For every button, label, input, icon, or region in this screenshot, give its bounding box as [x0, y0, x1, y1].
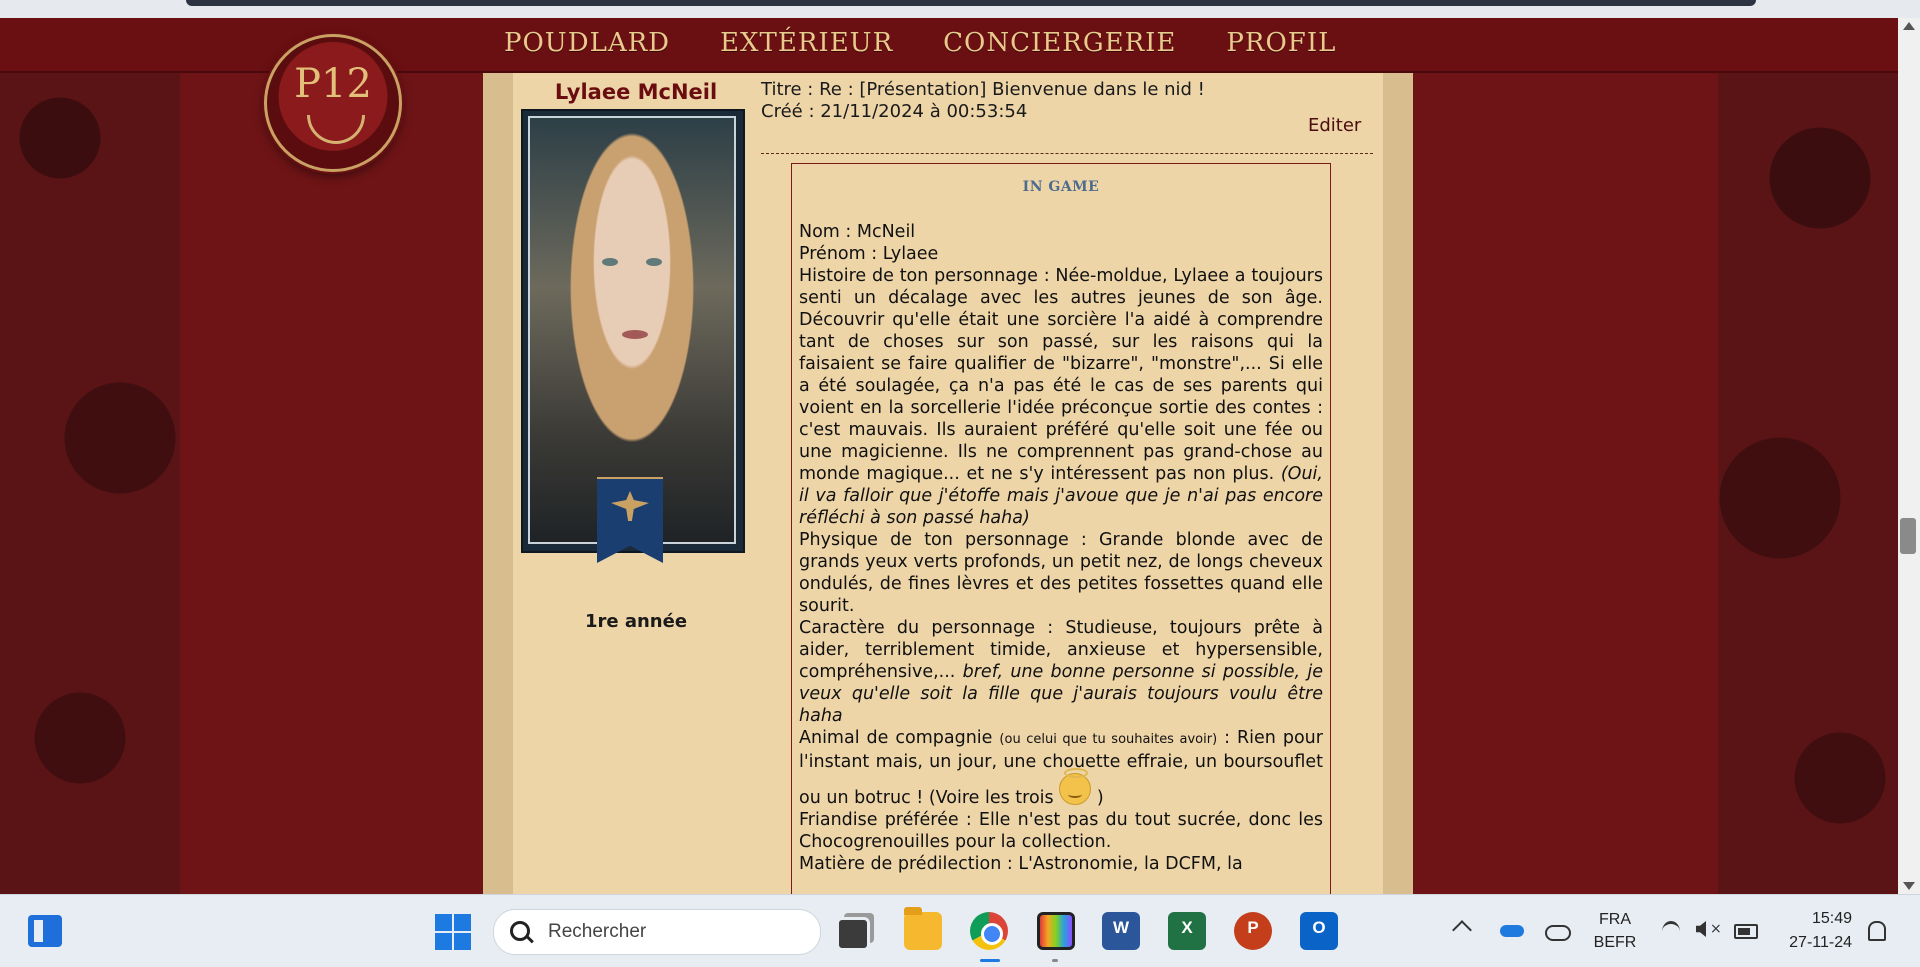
rp-body: Nom : McNeil Prénom : Lylaee Histoire de…: [792, 195, 1330, 875]
rp-animal-label: Animal de compagnie: [799, 728, 993, 748]
windows-taskbar: Rechercher W X P O FRA BEFR × 15:49 27-1…: [0, 894, 1920, 967]
rp-animal-aside: (ou celui que tu souhaites avoir): [999, 732, 1218, 747]
word-icon[interactable]: W: [1102, 912, 1140, 950]
avatar-eye-left: [602, 258, 618, 266]
wifi-icon[interactable]: [1662, 921, 1680, 942]
browser-top-strip: [0, 0, 1920, 18]
taskbar-search[interactable]: Rechercher: [493, 909, 821, 955]
chevron-up-icon[interactable]: [1452, 920, 1472, 940]
angel-smile-emoji-icon: [1059, 768, 1092, 805]
rp-animal-close: ): [1096, 788, 1104, 808]
rp-heading: IN GAME: [1022, 179, 1100, 195]
clock-time: 15:49: [1811, 910, 1852, 927]
page-scrollbar[interactable]: [1898, 18, 1920, 894]
powerpoint-icon[interactable]: P: [1234, 912, 1272, 950]
forum-page: POUDLARD EXTÉRIEUR CONCIERGERIE PROFIL L…: [0, 18, 1898, 894]
mute-x-icon: ×: [1710, 921, 1722, 937]
rp-histoire: Histoire de ton personnage : Née-moldue,…: [799, 265, 1323, 529]
eagle-icon: [611, 491, 649, 521]
chrome-active-indicator: [980, 959, 1000, 962]
rp-sheet: IN GAME Nom : McNeil Prénom : Lylaee His…: [791, 163, 1331, 894]
dragon-icon: [307, 115, 365, 144]
rp-friandise: Friandise préférée : Elle n'est pas du t…: [799, 810, 1323, 852]
author-rank: 1re année: [584, 611, 688, 632]
nav-menu: POUDLARD EXTÉRIEUR CONCIERGERIE PROFIL: [504, 28, 1336, 58]
edit-button[interactable]: Editer: [1308, 115, 1361, 136]
excel-letter: X: [1181, 918, 1193, 937]
ppt-letter: P: [1247, 918, 1259, 937]
onedrive-icon[interactable]: [1500, 925, 1524, 937]
start-button[interactable]: [435, 914, 471, 950]
scroll-up-arrow-icon[interactable]: [1903, 22, 1915, 30]
notification-bell-icon[interactable]: [1868, 921, 1886, 941]
cloud-icon[interactable]: [1545, 925, 1571, 941]
nav-item-conciergerie[interactable]: CONCIERGERIE: [943, 28, 1176, 58]
site-logo[interactable]: P12: [264, 34, 402, 172]
rp-histoire-text: Histoire de ton personnage : Née-moldue,…: [799, 266, 1323, 484]
language-code: FRA: [1599, 911, 1631, 928]
avatar-eye-right: [646, 258, 662, 266]
forum-post: Lylaee McNeil 1re année Titre : Re : [Pr…: [513, 73, 1383, 894]
rp-physique: Physique de ton personnage : Grande blon…: [799, 530, 1323, 616]
file-explorer-icon[interactable]: [904, 907, 942, 950]
right-decor-band: [1413, 18, 1718, 894]
logo-text: P12: [294, 61, 372, 107]
word-letter: W: [1112, 918, 1130, 937]
search-placeholder: Rechercher: [548, 921, 647, 942]
chrome-icon[interactable]: [970, 912, 1008, 950]
photos-icon[interactable]: [1037, 912, 1075, 950]
content-column: Lylaee McNeil 1re année Titre : Re : [Pr…: [483, 73, 1413, 894]
nav-item-exterieur[interactable]: EXTÉRIEUR: [720, 28, 893, 58]
scroll-thumb[interactable]: [1900, 518, 1916, 554]
nav-item-profil[interactable]: PROFIL: [1226, 28, 1336, 58]
search-icon: [510, 921, 530, 941]
keyboard-layout: BEFR: [1593, 934, 1637, 951]
avatar-lips: [622, 330, 648, 339]
language-indicator[interactable]: FRA BEFR: [1590, 908, 1640, 954]
clock-date: 27-11-24: [1789, 934, 1852, 951]
post-title: Titre : Re : [Présentation] Bienvenue da…: [761, 79, 1205, 100]
outlook-letter: O: [1312, 918, 1326, 937]
volume-muted-icon[interactable]: [1696, 921, 1706, 937]
post-created: Créé : 21/11/2024 à 00:53:54: [761, 101, 1028, 122]
post-separator: [761, 153, 1373, 154]
outlook-icon[interactable]: O: [1300, 912, 1338, 950]
photos-open-indicator: [1052, 959, 1058, 962]
browser-toolbar-edge: [186, 0, 1756, 6]
author-name[interactable]: Lylaee McNeil: [533, 80, 739, 104]
rp-caractere: Caractère du personnage : Studieuse, tou…: [799, 617, 1323, 727]
battery-icon[interactable]: [1734, 924, 1758, 939]
excel-icon[interactable]: X: [1168, 912, 1206, 950]
scroll-down-arrow-icon[interactable]: [1903, 882, 1915, 890]
nav-item-poudlard[interactable]: POUDLARD: [504, 28, 670, 58]
rp-matiere: Matière de prédilection : L'Astronomie, …: [799, 854, 1243, 874]
task-view-icon[interactable]: [836, 917, 870, 951]
rp-prenom: Prénom : Lylaee: [799, 244, 939, 264]
rp-nom: Nom : McNeil: [799, 222, 916, 242]
rp-animal: Animal de compagnie (ou celui que tu sou…: [799, 727, 1323, 809]
clock[interactable]: 15:49 27-11-24: [1772, 907, 1852, 955]
widgets-icon[interactable]: [28, 915, 62, 947]
post-meta: Titre : Re : [Présentation] Bienvenue da…: [761, 79, 1205, 123]
